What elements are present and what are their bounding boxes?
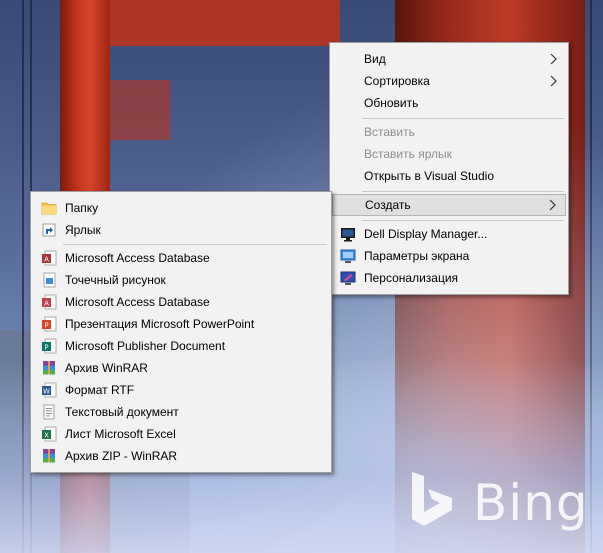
submenu-item-label: Microsoft Access Database — [65, 251, 210, 265]
menu-item-open-visual-studio[interactable]: Открыть в Visual Studio — [332, 165, 566, 187]
menu-item-label: Dell Display Manager... — [364, 227, 488, 241]
menu-item-sort[interactable]: Сортировка — [332, 70, 566, 92]
submenu-item-label: Текстовый документ — [65, 405, 179, 419]
chevron-right-icon — [550, 53, 557, 65]
svg-text:P: P — [44, 344, 48, 352]
desktop-context-menu: Вид Сортировка Обновить Вставить Вставит… — [329, 42, 569, 295]
powerpoint-icon: P — [42, 316, 57, 332]
submenu-item-winrar-zip[interactable]: Архив ZIP - WinRAR — [33, 445, 329, 467]
new-item-submenu: Папку Ярлык A Microsoft Access Database … — [30, 191, 332, 473]
svg-text:W: W — [43, 388, 50, 396]
menu-item-view[interactable]: Вид — [332, 48, 566, 70]
submenu-item-label: Формат RTF — [65, 383, 135, 397]
display-settings-icon — [340, 249, 356, 263]
text-document-icon — [43, 404, 55, 420]
chevron-right-icon — [550, 75, 557, 87]
menu-item-label: Параметры экрана — [364, 249, 470, 263]
menu-item-label: Вставить — [364, 125, 415, 139]
menu-item-dell-display-manager[interactable]: Dell Display Manager... — [332, 223, 566, 245]
submenu-item-text-document[interactable]: Текстовый документ — [33, 401, 329, 423]
submenu-item-label: Архив ZIP - WinRAR — [65, 449, 178, 463]
svg-text:P: P — [44, 322, 48, 330]
menu-item-label: Вставить ярлык — [364, 147, 452, 161]
menu-item-new[interactable]: Создать — [332, 194, 566, 216]
submenu-item-label: Папку — [65, 201, 99, 215]
menu-item-display-settings[interactable]: Параметры экрана — [332, 245, 566, 267]
submenu-item-bitmap[interactable]: Точечный рисунок — [33, 269, 329, 291]
menu-separator — [362, 118, 564, 119]
personalize-icon — [340, 271, 356, 285]
submenu-item-label: Ярлык — [65, 223, 101, 237]
access-icon: A — [42, 294, 57, 310]
menu-item-refresh[interactable]: Обновить — [332, 92, 566, 114]
monitor-icon — [341, 228, 355, 242]
menu-item-label: Создать — [365, 198, 411, 212]
menu-item-paste[interactable]: Вставить — [332, 121, 566, 143]
excel-icon: X — [42, 426, 57, 442]
access-icon: A — [42, 250, 57, 266]
submenu-item-excel[interactable]: X Лист Microsoft Excel — [33, 423, 329, 445]
bing-logo-icon — [412, 472, 452, 526]
svg-text:A: A — [44, 300, 49, 308]
publisher-icon: P — [42, 338, 57, 354]
submenu-item-powerpoint[interactable]: P Презентация Microsoft PowerPoint — [33, 313, 329, 335]
submenu-item-label: Microsoft Publisher Document — [65, 339, 226, 353]
submenu-item-label: Microsoft Access Database — [65, 295, 210, 309]
submenu-item-label: Точечный рисунок — [65, 273, 166, 287]
winrar-icon — [43, 361, 55, 375]
submenu-item-access-database[interactable]: A Microsoft Access Database — [33, 247, 329, 269]
submenu-item-winrar[interactable]: Архив WinRAR — [33, 357, 329, 379]
submenu-item-label: Архив WinRAR — [65, 361, 148, 375]
svg-text:X: X — [44, 432, 49, 440]
rtf-icon: W — [42, 382, 57, 398]
menu-item-personalize[interactable]: Персонализация — [332, 267, 566, 289]
submenu-item-label: Лист Microsoft Excel — [65, 427, 176, 441]
submenu-item-access-database-2[interactable]: A Microsoft Access Database — [33, 291, 329, 313]
submenu-item-publisher[interactable]: P Microsoft Publisher Document — [33, 335, 329, 357]
chevron-right-icon — [549, 199, 556, 211]
folder-icon — [41, 202, 57, 215]
submenu-item-rtf[interactable]: W Формат RTF — [33, 379, 329, 401]
submenu-item-folder[interactable]: Папку — [33, 197, 329, 219]
menu-item-label: Вид — [364, 52, 386, 66]
winrar-zip-icon — [43, 449, 55, 463]
menu-item-label: Сортировка — [364, 74, 430, 88]
menu-item-label: Обновить — [364, 96, 419, 110]
bing-brand-text: Bing — [473, 474, 589, 532]
submenu-item-shortcut[interactable]: Ярлык — [33, 219, 329, 241]
menu-item-label: Персонализация — [364, 271, 459, 285]
svg-text:A: A — [44, 256, 49, 264]
menu-separator — [362, 220, 564, 221]
bitmap-icon — [43, 272, 56, 288]
menu-separator — [63, 244, 327, 245]
menu-item-label: Открыть в Visual Studio — [364, 169, 494, 183]
menu-separator — [362, 191, 564, 192]
menu-item-paste-shortcut[interactable]: Вставить ярлык — [332, 143, 566, 165]
shortcut-icon — [42, 223, 56, 237]
submenu-item-label: Презентация Microsoft PowerPoint — [65, 317, 255, 331]
